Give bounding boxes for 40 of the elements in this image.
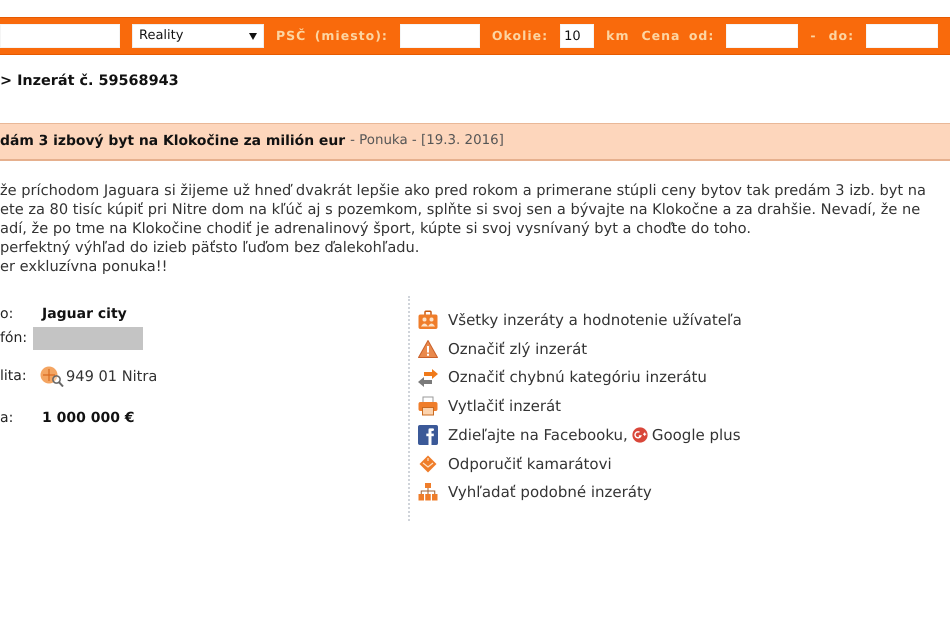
location-link[interactable]: 949 01 Nitra [66, 366, 158, 388]
field-label: lita: [0, 367, 28, 386]
action-link[interactable]: Vytlačiť inzerát [448, 395, 562, 418]
action-link[interactable]: Všetky inzeráty a hodnotenie užívateľa [448, 309, 742, 332]
search-label: - [810, 26, 817, 45]
location-search-icon [40, 366, 64, 388]
sitemap-icon [418, 482, 438, 502]
action-link[interactable]: Vyhľadať podobné inzeráty [448, 481, 652, 504]
search-label: Cena od: [642, 26, 714, 45]
ad-description: že príchodom Jaguara si žijeme už hneď dvakrát lepšie ako pred rokom a primerane stúpli ceny bytov tak predám 3 izb. byt na ete za 80 tisíc kúpiť pri Nitre dom na kľúč aj s pozemkom, splňte si svoj sen a bývajte na Klokočne a za drahšie. Nevadí, že ne adí, že po tme na Klokočine chodiť je adrenalinový šport, kúpte si svoj vysnívaný byt a choďte do toho. perfektný výhľad do izieb päťsto ľuďom bez ďalekohľadu. er exkluzívna ponuka!! [0, 181, 926, 276]
search-label: km [606, 26, 630, 45]
category-select[interactable]: Reality [132, 24, 264, 48]
action-link[interactable]: Odporučiť kamarátovi [448, 452, 612, 476]
search-label: Okolie: [492, 26, 548, 45]
swap-arrows-icon [418, 368, 438, 388]
price-from-field[interactable] [726, 24, 798, 48]
search-field[interactable] [0, 24, 120, 48]
postal-code-field[interactable] [400, 24, 480, 48]
action-link[interactable]: Označiť chybnú kategóriu inzerátu [448, 366, 707, 389]
action-link[interactable]: Zdieľajte na Facebooku, [448, 424, 628, 446]
field-value: Jaguar city [42, 305, 127, 324]
briefcase-icon [418, 310, 438, 330]
search-label: PSČ (miesto): [276, 26, 388, 45]
field-label: fón: [0, 329, 28, 348]
search-label: do: [828, 26, 854, 45]
field-label: a: [0, 408, 14, 428]
action-link[interactable]: Označiť zlý inzerát [448, 338, 588, 360]
google-plus-icon [632, 427, 648, 444]
breadcrumb-text: > Inzerát č. 59568943 [0, 73, 179, 89]
ad-title: dám 3 izbový byt na Klokočine za milión eur [0, 132, 346, 152]
field-label: o: [0, 305, 14, 324]
ad-meta-text: - Ponuka - [19.3. 2016] [350, 132, 504, 150]
warning-icon [418, 339, 438, 360]
action-link[interactable]: Google plus [652, 424, 741, 446]
printer-icon [418, 396, 438, 416]
price-to-field[interactable] [866, 24, 938, 48]
caret-icon [249, 32, 257, 40]
radius-field[interactable]: 10 [560, 24, 594, 48]
facebook-icon [418, 425, 438, 446]
field-value: 1 000 000 € [42, 408, 135, 428]
